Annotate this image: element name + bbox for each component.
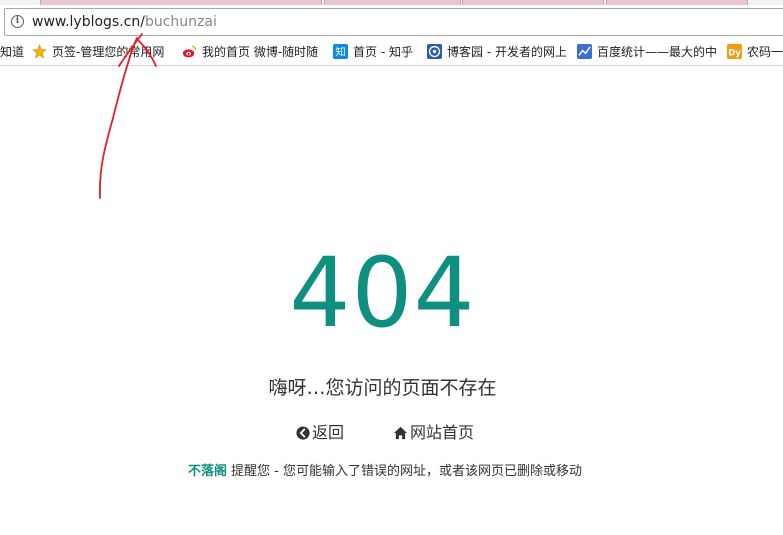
brand-name[interactable]: 不落阁 [188, 464, 227, 479]
back-link[interactable]: 返回 [296, 419, 344, 443]
arrow-left-circle-icon [296, 426, 310, 440]
note-text: 提醒您 - 您可能输入了错误的网址，或者该网页已删除或移动 [231, 464, 582, 479]
back-label: 返回 [311, 423, 344, 442]
home-label: 网站首页 [410, 423, 475, 442]
home-icon [394, 426, 408, 440]
home-link[interactable]: 网站首页 [393, 419, 474, 443]
error-note: 不落阁 提醒您 - 您可能输入了错误的网址，或者该网页已删除或移动 [0, 460, 770, 479]
error-code: 404 [289, 237, 476, 349]
error-actions: 返回 网站首页 [0, 419, 770, 443]
error-message: 嗨呀…您访问的页面不存在 [268, 377, 497, 399]
